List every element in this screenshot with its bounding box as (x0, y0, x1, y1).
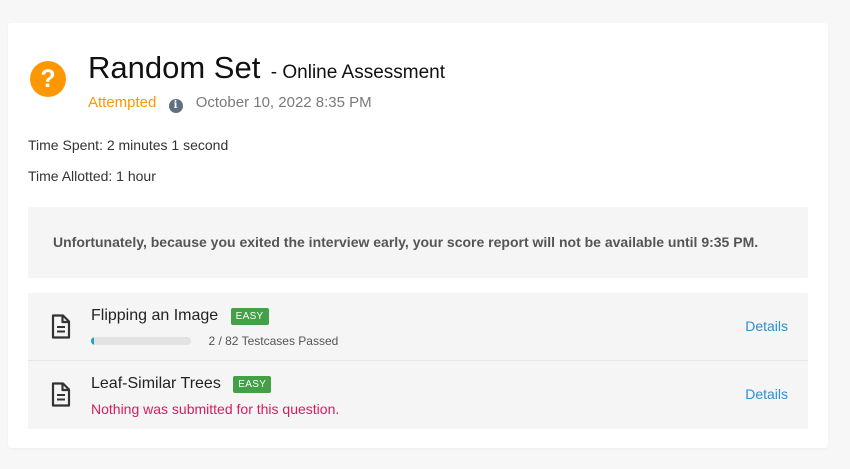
question-title: Leaf-Similar Trees (91, 375, 221, 392)
question-title-line: Flipping an Image EASY (91, 307, 269, 325)
progress-text: 2 / 82 Testcases Passed (208, 333, 339, 348)
info-icon[interactable]: i (168, 99, 183, 113)
attempt-date: October 10, 2022 8:35 PM (195, 94, 372, 111)
page-title: Random Set (88, 50, 261, 85)
progress-bar-fill (91, 336, 94, 345)
no-submission-note: Nothing was submitted for this question. (91, 401, 340, 417)
details-link[interactable]: Details (745, 318, 788, 334)
assessment-card: ? Random Set - Online Assessment Attempt… (8, 23, 828, 448)
meta-line: Attempted i October 10, 2022 8:35 PM (88, 94, 372, 113)
status-label: Attempted (88, 94, 157, 111)
time-allotted: Time Allotted: 1 hour (28, 168, 156, 184)
question-icon: ? (30, 61, 66, 97)
document-icon (51, 382, 71, 407)
progress-bar (91, 336, 191, 345)
notice-text: Unfortunately, because you exited the in… (53, 234, 759, 250)
testcase-progress: 2 / 82 Testcases Passed (91, 332, 338, 350)
details-link[interactable]: Details (745, 386, 788, 402)
score-notice: Unfortunately, because you exited the in… (28, 207, 808, 278)
time-spent: Time Spent: 2 minutes 1 second (28, 137, 229, 153)
title-line: Random Set - Online Assessment (88, 50, 445, 86)
difficulty-badge: EASY (233, 375, 272, 393)
difficulty-badge: EASY (230, 307, 269, 325)
question-row: Flipping an Image EASY 2 / 82 Testcases … (28, 293, 808, 361)
question-title: Flipping an Image (91, 307, 219, 324)
question-title-line: Leaf-Similar Trees EASY (91, 375, 272, 393)
document-icon (51, 314, 71, 339)
page-subtitle: - Online Assessment (270, 62, 446, 83)
question-row: Leaf-Similar Trees EASY Nothing was subm… (28, 361, 808, 428)
question-list: Flipping an Image EASY 2 / 82 Testcases … (28, 293, 808, 429)
